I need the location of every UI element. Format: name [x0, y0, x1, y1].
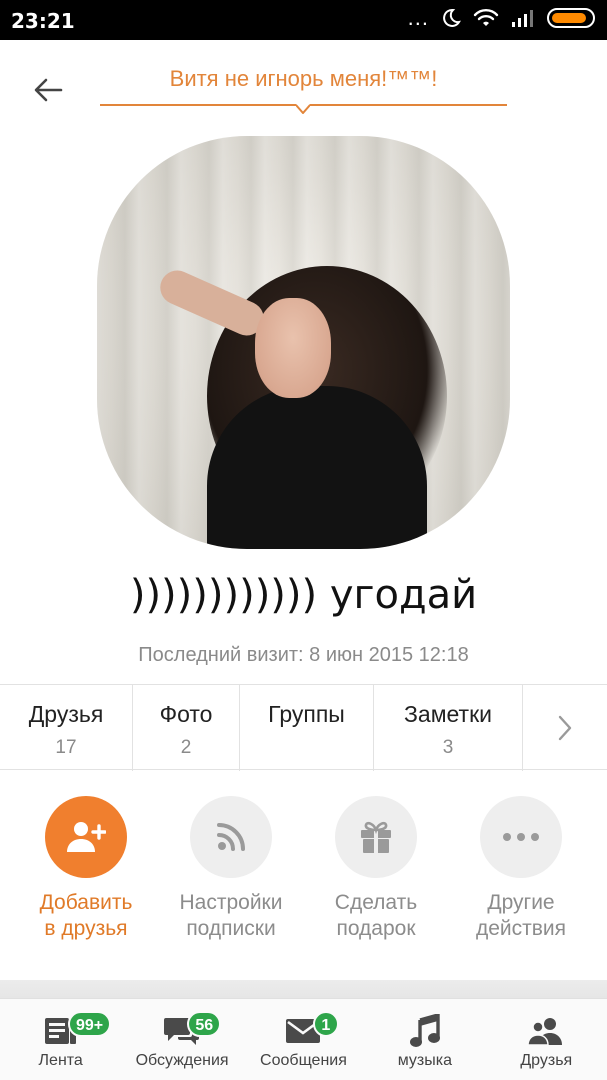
action-label-line2: действия	[475, 917, 567, 940]
nav-messages[interactable]: 1 Сообщения	[243, 999, 364, 1080]
signal-icon	[512, 10, 533, 27]
nav-label: Друзья	[520, 1052, 573, 1069]
moon-icon	[443, 8, 461, 27]
status-message-text: Витя не игнорь меня!™™!	[169, 66, 438, 91]
back-button[interactable]	[28, 70, 68, 110]
nav-music[interactable]: музыка	[364, 999, 485, 1080]
last-visit: Последний визит: 8 июн 2015 12:18	[138, 644, 469, 666]
back-arrow-icon	[34, 78, 63, 102]
nav-discussions[interactable]: 56 Обсуждения	[121, 999, 242, 1080]
status-icons: ...	[407, 5, 595, 30]
profile-stats: Друзья 17 Фото 2 Группы Заметки 3	[0, 684, 607, 771]
battery-icon	[547, 8, 595, 28]
stat-groups[interactable]: Группы	[240, 685, 374, 771]
add-friend-icon	[67, 822, 106, 852]
stats-more-button[interactable]	[523, 685, 607, 771]
action-label-line1: Добавить	[39, 891, 133, 914]
action-label-line1: Другие	[487, 891, 555, 914]
bottom-navigation: 99+ Лента 56 Обсуждения 1 Сообщения музы…	[0, 998, 607, 1080]
friends-icon	[528, 1018, 563, 1046]
action-label-line1: Настройки	[179, 891, 283, 914]
messages-badge: 1	[312, 1011, 339, 1037]
nav-label: Лента	[38, 1052, 83, 1069]
subscription-settings-button[interactable]: Настройки подписки	[156, 796, 306, 942]
stat-friends[interactable]: Друзья 17	[0, 685, 133, 771]
gift-icon	[361, 821, 391, 853]
action-label-line1: Сделать	[334, 891, 418, 914]
more-dots-icon	[503, 833, 539, 841]
music-icon	[409, 1014, 440, 1047]
status-bar: 23:21 ...	[0, 0, 607, 40]
status-message[interactable]: Витя не игнорь меня!™™!	[100, 62, 507, 114]
stat-label: Заметки	[404, 701, 492, 727]
notification-dots: ...	[407, 5, 429, 30]
other-actions-button[interactable]: Другие действия	[446, 796, 596, 942]
profile-photo[interactable]	[97, 136, 510, 549]
stat-photos[interactable]: Фото 2	[133, 685, 240, 771]
nav-label: Обсуждения	[135, 1052, 229, 1069]
action-label-line2: подписки	[186, 917, 276, 940]
stat-count: 3	[442, 737, 454, 758]
section-divider	[0, 980, 607, 998]
clock: 23:21	[11, 9, 75, 33]
discussions-badge: 56	[187, 1011, 222, 1037]
speech-notch-icon	[296, 104, 310, 114]
stat-label: Друзья	[28, 701, 104, 727]
stat-label: Группы	[268, 701, 345, 727]
stat-notes[interactable]: Заметки 3	[374, 685, 523, 771]
send-gift-button[interactable]: Сделать подарок	[301, 796, 451, 942]
profile-name: )))))))))))) угодай	[129, 572, 478, 618]
action-label-line2: подарок	[336, 917, 416, 940]
nav-label: музыка	[397, 1052, 452, 1069]
stat-count: 17	[55, 737, 77, 758]
nav-friends[interactable]: Друзья	[486, 999, 607, 1080]
stat-label: Фото	[159, 701, 213, 727]
add-friend-button[interactable]: Добавить в друзья	[11, 796, 161, 942]
stat-count: 2	[180, 737, 192, 758]
nav-feed[interactable]: 99+ Лента	[0, 999, 121, 1080]
wifi-icon	[473, 9, 499, 26]
chevron-right-icon	[558, 715, 572, 741]
nav-label: Сообщения	[260, 1052, 347, 1069]
rss-icon	[217, 823, 245, 851]
profile-actions: Добавить в друзья Настройки подписки Сдела…	[0, 796, 607, 956]
action-label-line2: в друзья	[44, 917, 128, 940]
feed-badge: 99+	[68, 1011, 112, 1037]
